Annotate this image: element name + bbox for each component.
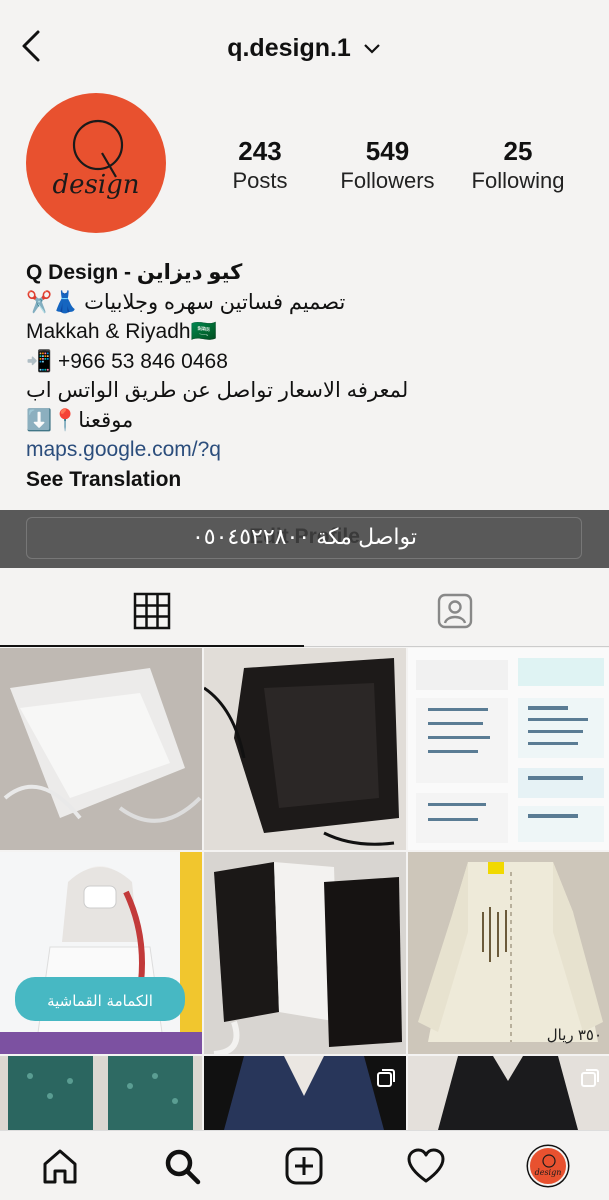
profile-bio: Q Design - كيو ديزاين تصميم فساتين سهره …: [26, 258, 586, 494]
green-dress-image: [0, 1056, 202, 1130]
multiple-images-icon: [581, 1069, 599, 1087]
following-label: Following: [471, 168, 565, 193]
profile-avatar[interactable]: design: [26, 93, 166, 233]
price-label: ٣٥٠ ريال: [546, 1027, 602, 1044]
svg-text:design: design: [52, 170, 139, 200]
post-white-mask[interactable]: [0, 648, 202, 850]
post-green-dress[interactable]: [0, 1056, 202, 1130]
followers-value: 549: [365, 136, 410, 166]
posts-count[interactable]: 243 Posts: [215, 136, 305, 196]
grid-icon[interactable]: [133, 592, 171, 630]
tab-divider: [304, 646, 609, 647]
search-icon[interactable]: [162, 1146, 202, 1186]
post-black-white-masks[interactable]: [204, 852, 406, 1054]
q-design-logo: design: [52, 119, 140, 200]
profile-tabs: [0, 568, 609, 648]
profile-tab-logo: design: [535, 1154, 562, 1177]
black-white-masks-image: [204, 852, 406, 1054]
bio-line-2: Makkah & Riyadh🇸🇦: [26, 320, 217, 343]
top-bar: q.design.1: [0, 0, 609, 100]
svg-text:design: design: [535, 1168, 562, 1177]
post-black-dress[interactable]: [408, 1056, 609, 1130]
home-icon[interactable]: [40, 1146, 80, 1186]
white-mask-image: [0, 648, 202, 850]
post-infographic[interactable]: [408, 648, 609, 850]
black-dress-image: [408, 1056, 609, 1130]
infographic-banner-text: الكمامة القماشية: [47, 992, 153, 1010]
posts-label: Posts: [232, 168, 288, 193]
profile-name: Q Design - كيو ديزاين: [26, 261, 243, 284]
new-post-icon[interactable]: [284, 1146, 324, 1186]
following-count[interactable]: 25 Following: [462, 136, 574, 196]
cloth-mask-ad-image: الكمامة القماشية: [0, 852, 202, 1054]
post-black-mask[interactable]: [204, 648, 406, 850]
multiple-images-icon: [377, 1069, 395, 1087]
followers-count[interactable]: 549 Followers: [330, 136, 445, 196]
posts-value: 243: [238, 136, 282, 166]
post-navy-dress[interactable]: [204, 1056, 406, 1130]
activity-heart-icon[interactable]: [406, 1146, 446, 1186]
bio-line-5: موقعنا📍⬇️: [26, 408, 134, 432]
bio-line-1: تصميم فساتين سهره وجلابيات 👗✂️: [26, 290, 346, 314]
tagged-icon[interactable]: [436, 592, 474, 630]
caption-overlay-text: تواصل مكة ٠٥٠٤٥٢٢٨٠٠: [191, 524, 418, 549]
post-cream-jalabiya[interactable]: ٣٥٠ ريال: [408, 852, 609, 1054]
followers-label: Followers: [340, 168, 435, 193]
see-translation-link[interactable]: See Translation: [26, 465, 586, 495]
chevron-down-icon: [364, 44, 380, 54]
cream-jalabiya-image: [408, 852, 609, 1054]
profile-tab-avatar[interactable]: design: [528, 1146, 568, 1186]
post-cloth-mask-ad[interactable]: الكمامة القماشية: [0, 852, 202, 1054]
bio-line-3: 📲 +966 53 846 0468: [26, 349, 228, 373]
bio-line-4: لمعرفه الاسعار تواصل عن طريق الواتس اب: [26, 379, 409, 402]
active-tab-indicator: [0, 645, 304, 647]
bio-link[interactable]: maps.google.com/?q: [26, 435, 586, 465]
following-value: 25: [503, 136, 533, 166]
username-switcher[interactable]: q.design.1: [0, 34, 609, 63]
infographic-image: [408, 648, 609, 850]
username: q.design.1: [227, 34, 351, 62]
black-mask-image: [204, 648, 406, 850]
